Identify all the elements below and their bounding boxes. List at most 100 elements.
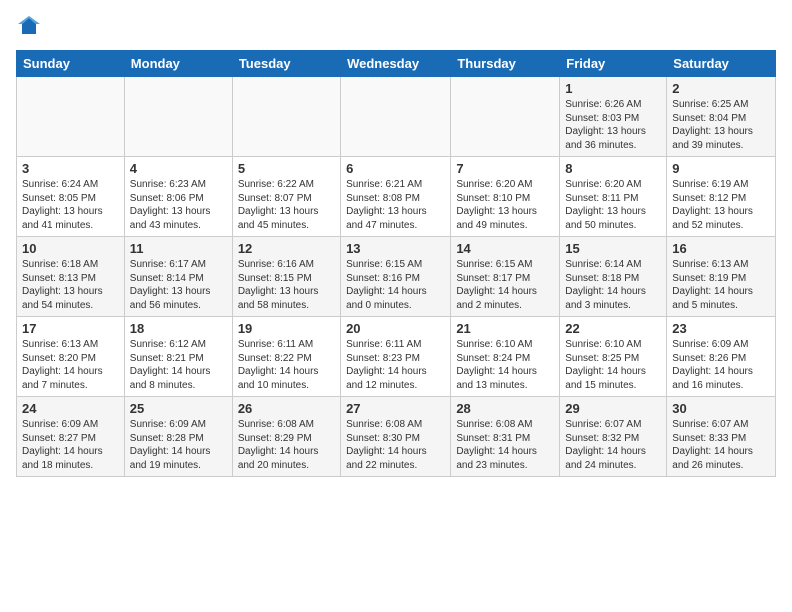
calendar-cell: 24 Sunrise: 6:09 AM Sunset: 8:27 PM Dayli…	[17, 397, 125, 477]
day-number: 23	[672, 321, 770, 336]
day-number: 26	[238, 401, 335, 416]
day-number: 25	[130, 401, 227, 416]
day-number: 6	[346, 161, 445, 176]
day-number: 19	[238, 321, 335, 336]
day-info: Sunrise: 6:20 AM Sunset: 8:11 PM Dayligh…	[565, 178, 661, 232]
day-number: 22	[565, 321, 661, 336]
calendar-cell: 25 Sunrise: 6:09 AM Sunset: 8:28 PM Dayli…	[124, 397, 232, 477]
day-number: 14	[456, 241, 554, 256]
weekday-header: Tuesday	[232, 51, 340, 77]
calendar-cell: 14 Sunrise: 6:15 AM Sunset: 8:17 PM Dayli…	[451, 237, 560, 317]
day-info: Sunrise: 6:14 AM Sunset: 8:18 PM Dayligh…	[565, 258, 661, 312]
day-info: Sunrise: 6:16 AM Sunset: 8:15 PM Dayligh…	[238, 258, 335, 312]
calendar-table: SundayMondayTuesdayWednesdayThursdayFrid…	[16, 50, 776, 477]
calendar-cell: 28 Sunrise: 6:08 AM Sunset: 8:31 PM Dayli…	[451, 397, 560, 477]
calendar-cell: 30 Sunrise: 6:07 AM Sunset: 8:33 PM Dayli…	[667, 397, 776, 477]
calendar-cell: 2 Sunrise: 6:25 AM Sunset: 8:04 PM Daylig…	[667, 77, 776, 157]
day-number: 12	[238, 241, 335, 256]
day-info: Sunrise: 6:10 AM Sunset: 8:24 PM Dayligh…	[456, 338, 554, 392]
day-info: Sunrise: 6:20 AM Sunset: 8:10 PM Dayligh…	[456, 178, 554, 232]
day-info: Sunrise: 6:07 AM Sunset: 8:32 PM Dayligh…	[565, 418, 661, 472]
calendar-cell: 21 Sunrise: 6:10 AM Sunset: 8:24 PM Dayli…	[451, 317, 560, 397]
day-number: 3	[22, 161, 119, 176]
day-info: Sunrise: 6:15 AM Sunset: 8:16 PM Dayligh…	[346, 258, 445, 312]
calendar-cell: 12 Sunrise: 6:16 AM Sunset: 8:15 PM Dayli…	[232, 237, 340, 317]
day-number: 4	[130, 161, 227, 176]
calendar-cell: 13 Sunrise: 6:15 AM Sunset: 8:16 PM Dayli…	[341, 237, 451, 317]
day-info: Sunrise: 6:15 AM Sunset: 8:17 PM Dayligh…	[456, 258, 554, 312]
day-info: Sunrise: 6:17 AM Sunset: 8:14 PM Dayligh…	[130, 258, 227, 312]
calendar-cell: 22 Sunrise: 6:10 AM Sunset: 8:25 PM Dayli…	[560, 317, 667, 397]
day-number: 29	[565, 401, 661, 416]
day-info: Sunrise: 6:10 AM Sunset: 8:25 PM Dayligh…	[565, 338, 661, 392]
day-info: Sunrise: 6:08 AM Sunset: 8:30 PM Dayligh…	[346, 418, 445, 472]
day-number: 11	[130, 241, 227, 256]
calendar-cell: 5 Sunrise: 6:22 AM Sunset: 8:07 PM Daylig…	[232, 157, 340, 237]
calendar-cell: 15 Sunrise: 6:14 AM Sunset: 8:18 PM Dayli…	[560, 237, 667, 317]
calendar-cell: 6 Sunrise: 6:21 AM Sunset: 8:08 PM Daylig…	[341, 157, 451, 237]
calendar-cell: 7 Sunrise: 6:20 AM Sunset: 8:10 PM Daylig…	[451, 157, 560, 237]
weekday-header: Sunday	[17, 51, 125, 77]
day-info: Sunrise: 6:09 AM Sunset: 8:28 PM Dayligh…	[130, 418, 227, 472]
day-number: 7	[456, 161, 554, 176]
calendar-cell	[124, 77, 232, 157]
day-number: 13	[346, 241, 445, 256]
day-info: Sunrise: 6:13 AM Sunset: 8:20 PM Dayligh…	[22, 338, 119, 392]
weekday-header: Wednesday	[341, 51, 451, 77]
day-info: Sunrise: 6:26 AM Sunset: 8:03 PM Dayligh…	[565, 98, 661, 152]
calendar-cell	[341, 77, 451, 157]
day-info: Sunrise: 6:21 AM Sunset: 8:08 PM Dayligh…	[346, 178, 445, 232]
day-number: 5	[238, 161, 335, 176]
day-info: Sunrise: 6:11 AM Sunset: 8:23 PM Dayligh…	[346, 338, 445, 392]
day-info: Sunrise: 6:09 AM Sunset: 8:26 PM Dayligh…	[672, 338, 770, 392]
day-number: 2	[672, 81, 770, 96]
day-info: Sunrise: 6:08 AM Sunset: 8:29 PM Dayligh…	[238, 418, 335, 472]
day-number: 21	[456, 321, 554, 336]
calendar-cell	[17, 77, 125, 157]
calendar-cell	[232, 77, 340, 157]
calendar-cell: 4 Sunrise: 6:23 AM Sunset: 8:06 PM Daylig…	[124, 157, 232, 237]
day-number: 8	[565, 161, 661, 176]
day-info: Sunrise: 6:23 AM Sunset: 8:06 PM Dayligh…	[130, 178, 227, 232]
calendar-cell: 20 Sunrise: 6:11 AM Sunset: 8:23 PM Dayli…	[341, 317, 451, 397]
day-number: 18	[130, 321, 227, 336]
day-info: Sunrise: 6:22 AM Sunset: 8:07 PM Dayligh…	[238, 178, 335, 232]
page-header	[16, 16, 776, 38]
calendar-cell: 16 Sunrise: 6:13 AM Sunset: 8:19 PM Dayli…	[667, 237, 776, 317]
weekday-header: Saturday	[667, 51, 776, 77]
logo-icon	[18, 16, 40, 38]
calendar-cell: 10 Sunrise: 6:18 AM Sunset: 8:13 PM Dayli…	[17, 237, 125, 317]
day-info: Sunrise: 6:19 AM Sunset: 8:12 PM Dayligh…	[672, 178, 770, 232]
day-number: 16	[672, 241, 770, 256]
day-info: Sunrise: 6:09 AM Sunset: 8:27 PM Dayligh…	[22, 418, 119, 472]
calendar-cell: 1 Sunrise: 6:26 AM Sunset: 8:03 PM Daylig…	[560, 77, 667, 157]
day-info: Sunrise: 6:12 AM Sunset: 8:21 PM Dayligh…	[130, 338, 227, 392]
day-number: 15	[565, 241, 661, 256]
day-number: 10	[22, 241, 119, 256]
day-info: Sunrise: 6:25 AM Sunset: 8:04 PM Dayligh…	[672, 98, 770, 152]
weekday-header: Friday	[560, 51, 667, 77]
calendar-cell: 18 Sunrise: 6:12 AM Sunset: 8:21 PM Dayli…	[124, 317, 232, 397]
calendar-cell: 27 Sunrise: 6:08 AM Sunset: 8:30 PM Dayli…	[341, 397, 451, 477]
day-number: 24	[22, 401, 119, 416]
calendar-cell: 29 Sunrise: 6:07 AM Sunset: 8:32 PM Dayli…	[560, 397, 667, 477]
day-info: Sunrise: 6:11 AM Sunset: 8:22 PM Dayligh…	[238, 338, 335, 392]
day-number: 28	[456, 401, 554, 416]
day-info: Sunrise: 6:07 AM Sunset: 8:33 PM Dayligh…	[672, 418, 770, 472]
calendar-cell: 9 Sunrise: 6:19 AM Sunset: 8:12 PM Daylig…	[667, 157, 776, 237]
day-number: 30	[672, 401, 770, 416]
day-info: Sunrise: 6:18 AM Sunset: 8:13 PM Dayligh…	[22, 258, 119, 312]
weekday-header: Thursday	[451, 51, 560, 77]
day-number: 20	[346, 321, 445, 336]
logo	[16, 16, 40, 38]
calendar-cell: 26 Sunrise: 6:08 AM Sunset: 8:29 PM Dayli…	[232, 397, 340, 477]
calendar-cell	[451, 77, 560, 157]
day-info: Sunrise: 6:24 AM Sunset: 8:05 PM Dayligh…	[22, 178, 119, 232]
day-info: Sunrise: 6:13 AM Sunset: 8:19 PM Dayligh…	[672, 258, 770, 312]
calendar-cell: 23 Sunrise: 6:09 AM Sunset: 8:26 PM Dayli…	[667, 317, 776, 397]
day-number: 27	[346, 401, 445, 416]
weekday-header: Monday	[124, 51, 232, 77]
day-info: Sunrise: 6:08 AM Sunset: 8:31 PM Dayligh…	[456, 418, 554, 472]
day-number: 1	[565, 81, 661, 96]
day-number: 9	[672, 161, 770, 176]
